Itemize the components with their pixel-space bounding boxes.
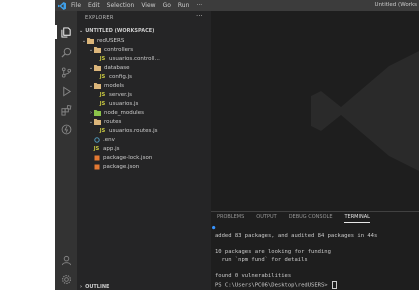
js-file-icon: JS: [99, 100, 106, 107]
chevron-down-icon: ⌄: [79, 27, 84, 34]
tree-item-label: package-lock.json: [103, 154, 153, 161]
tree-item-package-lock-json[interactable]: package-lock.json: [93, 153, 152, 162]
tree-item-usuarios-controller[interactable]: JS usuarios.controll...: [99, 54, 160, 63]
json-file-icon: [93, 154, 100, 161]
explorer-icon[interactable]: [59, 25, 73, 39]
outline-title: OUTLINE: [85, 283, 110, 290]
tab-problems[interactable]: PROBLEMS: [217, 212, 244, 223]
settings-gear-icon[interactable]: [59, 272, 73, 286]
tree-item-label: .env: [103, 136, 115, 143]
tree-item-controllers[interactable]: ⌄ controllers: [88, 45, 133, 54]
workspace-section-header[interactable]: ⌄ UNTITLED (WORKSPACE): [77, 26, 211, 35]
editor-area: [211, 11, 419, 211]
js-file-icon: JS: [99, 55, 106, 62]
activity-bar: [55, 11, 77, 290]
menu-edit[interactable]: Edit: [88, 0, 100, 11]
vscode-window: File Edit Selection View Go Run ··· Unti…: [55, 0, 419, 290]
folder-open-icon: [94, 46, 101, 53]
js-file-icon: JS: [93, 145, 100, 152]
remote-icon[interactable]: [59, 122, 73, 136]
folder-database-icon: [94, 64, 101, 71]
tree-item-label: usuarios.controll...: [109, 55, 160, 62]
tree-item-label: config.js: [109, 73, 132, 80]
terminal-marker-icon: ●: [212, 225, 216, 231]
tab-debug-console[interactable]: DEBUG CONSOLE: [289, 212, 333, 223]
terminal-line: added 83 packages, and audited 84 packag…: [215, 233, 378, 239]
terminal-prompt: PS C:\Users\PC06\Desktop\redUSERS>: [215, 282, 331, 289]
menu-more[interactable]: ···: [196, 0, 202, 11]
json-file-icon: [93, 163, 100, 170]
source-control-icon[interactable]: [59, 65, 73, 79]
menu-view[interactable]: View: [141, 0, 155, 11]
folder-open-icon: [87, 37, 94, 44]
menu-go[interactable]: Go: [163, 0, 171, 11]
tree-item-database[interactable]: ⌄ database: [88, 63, 130, 72]
gear-file-icon: [93, 136, 100, 143]
tree-item-package-json[interactable]: package.json: [93, 162, 139, 171]
account-icon[interactable]: [59, 253, 73, 267]
tree-item-env[interactable]: .env: [93, 135, 115, 144]
tree-item-label: usuarios.routes.js: [109, 127, 158, 134]
tree-item-label: server.js: [109, 91, 133, 98]
search-icon[interactable]: [59, 45, 73, 59]
tree-item-redusers[interactable]: ⌄ redUSERS: [81, 36, 124, 45]
run-debug-icon[interactable]: [59, 84, 73, 98]
workspace-title: UNTITLED (WORKSPACE): [85, 27, 155, 34]
explorer-header: EXPLORER: [85, 15, 114, 21]
tree-item-label: redUSERS: [97, 37, 125, 44]
folder-open-icon: [94, 82, 101, 89]
js-file-icon: JS: [99, 91, 106, 98]
js-file-icon: JS: [99, 73, 106, 80]
terminal-line: found 0 vulnerabilities: [215, 273, 292, 279]
explorer-sidebar: EXPLORER ··· ⌄ UNTITLED (WORKSPACE) ⌄ re…: [77, 11, 211, 290]
panel-tabs: PROBLEMS OUTPUT DEBUG CONSOLE TERMINAL: [211, 212, 376, 223]
extensions-icon[interactable]: [59, 103, 73, 117]
chevron-right-icon: ›: [80, 283, 83, 290]
menu-bar: File Edit Selection View Go Run ···: [71, 0, 209, 11]
active-indicator: [55, 25, 57, 39]
vscode-watermark-icon: [311, 51, 419, 171]
folder-open-icon: [94, 118, 101, 125]
tree-item-label: node_modules: [104, 109, 144, 116]
menu-selection[interactable]: Selection: [107, 0, 135, 11]
menu-file[interactable]: File: [71, 0, 81, 11]
terminal-prompt-line: PS C:\Users\PC06\Desktop\redUSERS>: [215, 281, 337, 289]
tree-item-label: package.json: [103, 163, 140, 170]
tree-item-models[interactable]: ⌄ models: [88, 81, 124, 90]
terminal-line: run `npm fund` for details: [215, 257, 308, 263]
vscode-logo-icon: [57, 1, 66, 10]
tree-item-routes[interactable]: ⌄ routes: [88, 117, 121, 126]
tree-item-label: controllers: [104, 46, 134, 53]
tab-output[interactable]: OUTPUT: [256, 212, 276, 223]
more-actions-button[interactable]: ···: [196, 12, 203, 20]
tree-item-label: routes: [104, 118, 122, 125]
terminal-line: 10 packages are looking for funding: [215, 249, 331, 255]
js-file-icon: JS: [99, 127, 106, 134]
tree-item-node-modules[interactable]: › node_modules: [88, 108, 144, 117]
tree-item-label: models: [104, 82, 124, 89]
tab-terminal[interactable]: TERMINAL: [344, 212, 371, 223]
tree-item-config-js[interactable]: JS config.js: [99, 72, 132, 81]
tree-item-label: database: [104, 64, 130, 71]
tree-item-label: app.js: [103, 145, 120, 152]
tree-item-label: usuarios.js: [109, 100, 139, 107]
tree-item-server-js[interactable]: JS server.js: [99, 90, 132, 99]
window-title: Untitled (Works: [374, 2, 417, 8]
outline-section-header[interactable]: › OUTLINE: [77, 282, 211, 290]
tree-item-usuarios-routes-js[interactable]: JS usuarios.routes.js: [99, 126, 158, 135]
tree-item-usuarios-js[interactable]: JS usuarios.js: [99, 99, 139, 108]
tree-item-app-js[interactable]: JS app.js: [93, 144, 120, 153]
terminal-cursor: [331, 281, 337, 289]
title-bar: File Edit Selection View Go Run ··· Unti…: [55, 0, 419, 11]
menu-run[interactable]: Run: [178, 0, 190, 11]
folder-icon: [94, 109, 101, 116]
terminal-panel: PROBLEMS OUTPUT DEBUG CONSOLE TERMINAL ●…: [211, 211, 419, 290]
